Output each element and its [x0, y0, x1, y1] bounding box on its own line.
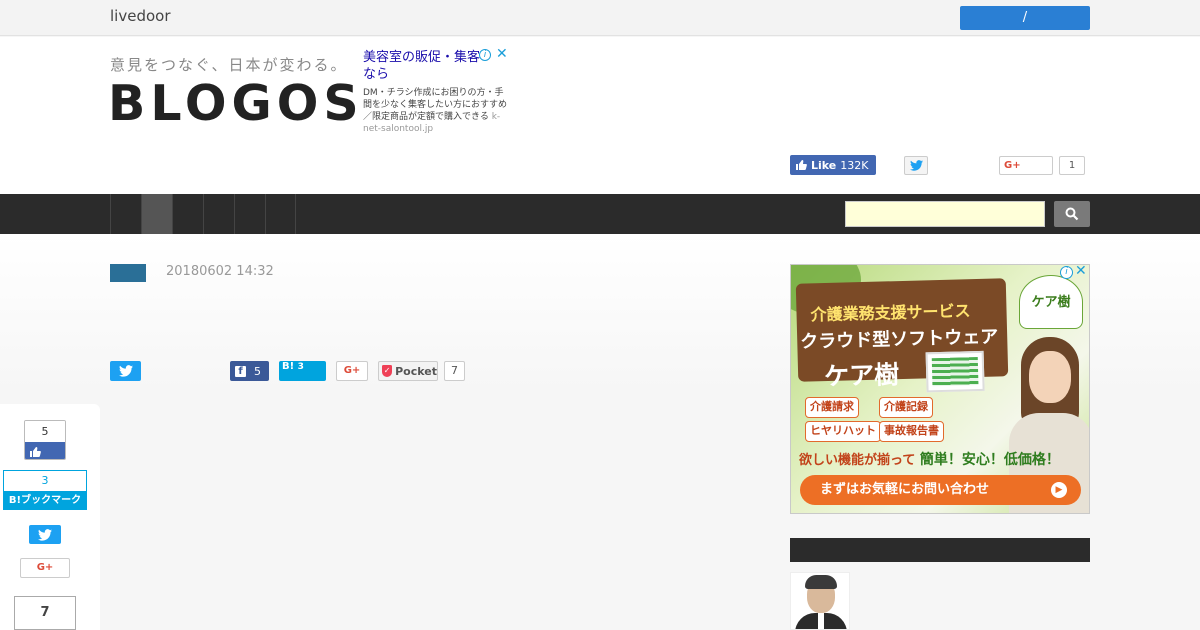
search-input[interactable]	[845, 201, 1045, 227]
nav-tab[interactable]	[234, 194, 265, 234]
google-plus-count: 1	[1059, 156, 1085, 175]
blogos-logo[interactable]: BLOGOS	[108, 75, 364, 132]
nav-tab[interactable]	[110, 194, 141, 234]
info-icon[interactable]: i	[1060, 266, 1073, 279]
careki-logo: ケア樹	[1019, 275, 1083, 329]
ad-cta-label: まずはお気軽にお問い合わせ	[820, 482, 990, 497]
floating-hatena-bookmark[interactable]: 3 B!ブックマーク	[3, 470, 87, 510]
livedoor-brand-link[interactable]: livedoor	[110, 7, 170, 25]
floating-hatena-label: B!ブックマーク	[4, 491, 86, 509]
pocket-count: 7	[444, 361, 465, 381]
facebook-like-label: Like	[811, 158, 837, 172]
nav-tab[interactable]	[203, 194, 234, 234]
twitter-bird-icon	[909, 160, 923, 171]
google-plus-button[interactable]: G+	[999, 156, 1053, 175]
thumbs-up-icon	[25, 442, 65, 459]
author-avatar[interactable]	[790, 572, 850, 630]
header-text-ad[interactable]: 美容室の販促・集客なら DM・チラシ作成にお困りの方・手間を少なく集客したい方に…	[363, 46, 509, 135]
article-date: 20180602 14:32	[166, 264, 274, 279]
ad-description: DM・チラシ作成にお困りの方・手間を少なく集客したい方におすすめ／限定商品が定額…	[363, 88, 508, 122]
nav-tab-active[interactable]	[141, 194, 172, 234]
facebook-like-button[interactable]: Like 132K	[790, 155, 876, 175]
hatena-label: B!	[282, 361, 295, 372]
hatena-count: 3	[297, 362, 304, 372]
floating-hatena-count: 3	[4, 471, 86, 491]
article-twitter-share[interactable]	[110, 361, 141, 381]
floating-facebook-like[interactable]: 5	[24, 420, 66, 460]
site-tagline: 意見をつなぐ、日本が変わる。	[110, 56, 348, 74]
pocket-label: Pocket	[395, 364, 437, 378]
feature-tag: 介護請求	[805, 397, 859, 418]
floating-twitter-share[interactable]	[29, 525, 61, 544]
ad-slogan: 欲しい機能が揃って 簡単！安心！低価格！	[799, 449, 1060, 469]
close-icon[interactable]: ✕	[496, 46, 508, 62]
thumbs-up-icon	[796, 160, 807, 170]
facebook-share-count: 5	[254, 364, 261, 378]
login-button[interactable]: /	[960, 6, 1090, 30]
floating-share-bar: 5 3 B!ブックマーク G+ 7	[0, 404, 100, 630]
nav-tab[interactable]	[172, 194, 203, 234]
play-arrow-icon: ▶	[1051, 482, 1067, 498]
feature-tag: ヒヤリハット	[805, 421, 881, 442]
ad-headline-2: クラウド型ソフトウェア	[800, 326, 999, 353]
facebook-like-count: 132K	[840, 158, 869, 172]
twitter-tweet-button[interactable]	[904, 156, 928, 175]
software-screenshot	[925, 350, 985, 393]
nav-tab[interactable]	[265, 194, 296, 234]
category-badge[interactable]	[110, 264, 146, 282]
ad-headline-3: ケア樹	[823, 360, 900, 392]
twitter-bird-icon	[38, 528, 52, 541]
floating-facebook-count: 5	[25, 421, 65, 442]
article-hatena-bookmark[interactable]: B! 3	[279, 361, 326, 381]
info-icon[interactable]: i	[479, 49, 491, 61]
category-nav	[0, 194, 1200, 234]
facebook-f-icon: f	[235, 365, 246, 377]
article-google-plus-share[interactable]: G+	[336, 361, 368, 381]
pocket-icon: ✓	[382, 365, 393, 377]
ad-slogan-prefix: 欲しい機能が揃って	[799, 453, 916, 468]
article-facebook-share[interactable]: f 5	[230, 361, 269, 381]
search-button[interactable]	[1054, 201, 1090, 227]
ad-slogan-emphasis: 簡単！安心！低価格！	[919, 452, 1060, 468]
ad-body: DM・チラシ作成にお困りの方・手間を少なく集客したい方におすすめ／限定商品が定額…	[363, 87, 509, 135]
twitter-bird-icon	[118, 365, 133, 377]
ad-headline-1: 介護業務支援サービス	[810, 301, 971, 325]
feature-tag: 介護記録	[879, 397, 933, 418]
floating-pocket-count[interactable]: 7	[14, 596, 76, 630]
site-header: 意見をつなぐ、日本が変わる。 BLOGOS 美容室の販促・集客なら DM・チラシ…	[0, 37, 1200, 194]
feature-tag: 事故報告書	[879, 421, 944, 442]
article-pocket-button[interactable]: ✓ Pocket	[378, 361, 438, 381]
sidebar-banner-ad[interactable]: 介護業務支援サービス クラウド型ソフトウェア ケア樹 ケア樹 介護請求 介護記録…	[790, 264, 1090, 514]
search-icon	[1065, 207, 1079, 221]
top-bar: livedoor /	[0, 0, 1200, 36]
ad-title[interactable]: 美容室の販促・集客なら	[363, 49, 481, 83]
floating-google-plus-share[interactable]: G+	[20, 558, 70, 578]
sidebar-section-header	[790, 538, 1090, 562]
wooden-sign: 介護業務支援サービス クラウド型ソフトウェア ケア樹	[795, 278, 1009, 393]
ad-cta-button[interactable]: まずはお気軽にお問い合わせ ▶	[800, 475, 1081, 505]
close-icon[interactable]: ✕	[1075, 265, 1087, 279]
